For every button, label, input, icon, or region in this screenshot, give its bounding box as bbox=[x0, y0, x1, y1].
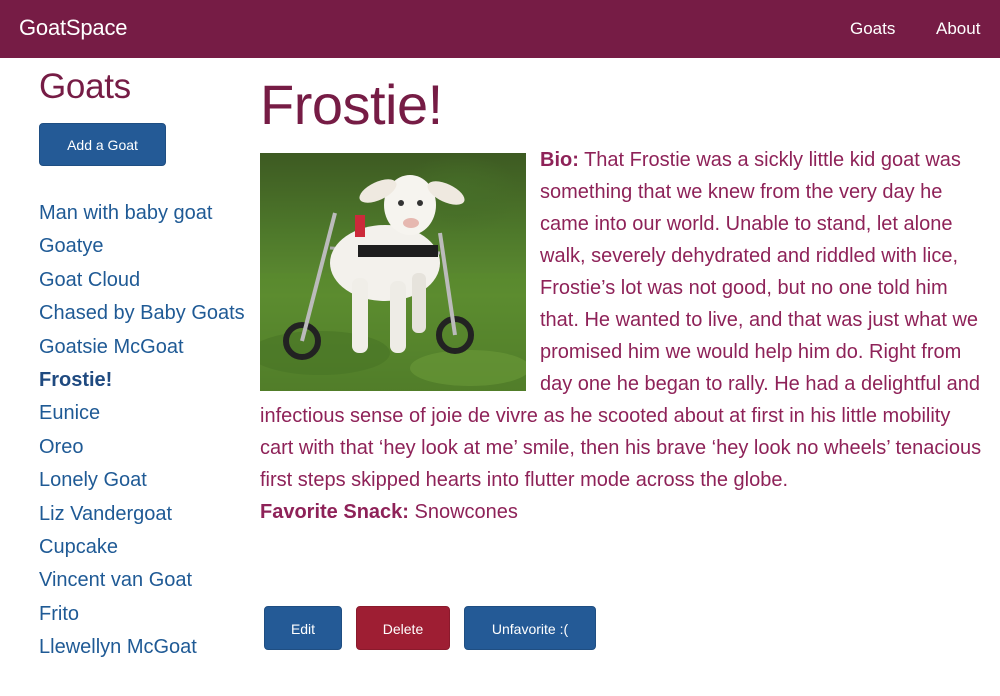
snack-label: Favorite Snack: bbox=[260, 501, 409, 523]
list-item: Oreo bbox=[39, 431, 249, 464]
goat-link[interactable]: Goatye bbox=[39, 235, 103, 257]
nav-link-about[interactable]: About bbox=[936, 19, 980, 39]
goat-link[interactable]: Liz Vandergoat bbox=[39, 503, 172, 525]
goat-link[interactable]: Man with baby goat bbox=[39, 202, 212, 224]
favorite-snack: Favorite Snack: Snowcones bbox=[260, 496, 988, 528]
edit-button[interactable]: Edit bbox=[264, 606, 342, 650]
list-item: Llewellyn McGoat bbox=[39, 631, 249, 664]
list-item-active: Frostie! bbox=[39, 364, 249, 397]
goat-name-title: Frostie! bbox=[260, 73, 443, 136]
brand-link[interactable]: GoatSpace bbox=[19, 15, 127, 41]
goat-link[interactable]: Lonely Goat bbox=[39, 469, 147, 491]
goat-detail: Frostie! Bio: That Frostie was a sickly … bbox=[260, 66, 988, 650]
bio-label: Bio: bbox=[540, 149, 579, 171]
goat-link[interactable]: Frito bbox=[39, 603, 79, 625]
list-item: Lonely Goat bbox=[39, 464, 249, 497]
unfavorite-button[interactable]: Unfavorite :( bbox=[464, 606, 596, 650]
goat-link[interactable]: Eunice bbox=[39, 402, 100, 424]
goat-photo bbox=[260, 153, 526, 391]
list-item: Chased by Baby Goats bbox=[39, 297, 249, 330]
add-goat-button[interactable]: Add a Goat bbox=[39, 123, 166, 166]
goat-photo-icon bbox=[260, 175, 526, 391]
list-item: Cupcake bbox=[39, 531, 249, 564]
snack-value: Snowcones bbox=[414, 501, 518, 523]
sidebar: Goats Add a Goat Man with baby goat Goat… bbox=[39, 66, 249, 658]
goat-link[interactable]: Cupcake bbox=[39, 536, 118, 558]
delete-button[interactable]: Delete bbox=[356, 606, 450, 650]
list-item: Man with baby goat bbox=[39, 197, 249, 230]
list-item: Frito bbox=[39, 598, 249, 631]
goat-list: Man with baby goat Goatye Goat Cloud Cha… bbox=[39, 197, 249, 665]
list-item: Vincent van Goat bbox=[39, 564, 249, 597]
goat-link[interactable]: Goat Cloud bbox=[39, 269, 140, 291]
list-item: Eunice bbox=[39, 397, 249, 430]
goat-link[interactable]: Vincent van Goat bbox=[39, 569, 192, 591]
goat-link[interactable]: Chased by Baby Goats bbox=[39, 302, 245, 324]
list-item: Goatsie McGoat bbox=[39, 331, 249, 364]
goat-link-active[interactable]: Frostie! bbox=[39, 369, 112, 391]
nav-link-goats[interactable]: Goats bbox=[850, 19, 895, 39]
goat-link[interactable]: Oreo bbox=[39, 436, 83, 458]
list-item: Goat Cloud bbox=[39, 264, 249, 297]
goat-link[interactable]: Llewellyn McGoat bbox=[39, 636, 197, 658]
top-navbar: GoatSpace Goats About bbox=[0, 0, 1000, 58]
list-item: Goatye bbox=[39, 230, 249, 263]
goat-link[interactable]: Goatsie McGoat bbox=[39, 336, 184, 358]
list-item: Liz Vandergoat bbox=[39, 498, 249, 531]
sidebar-heading: Goats bbox=[39, 67, 131, 106]
